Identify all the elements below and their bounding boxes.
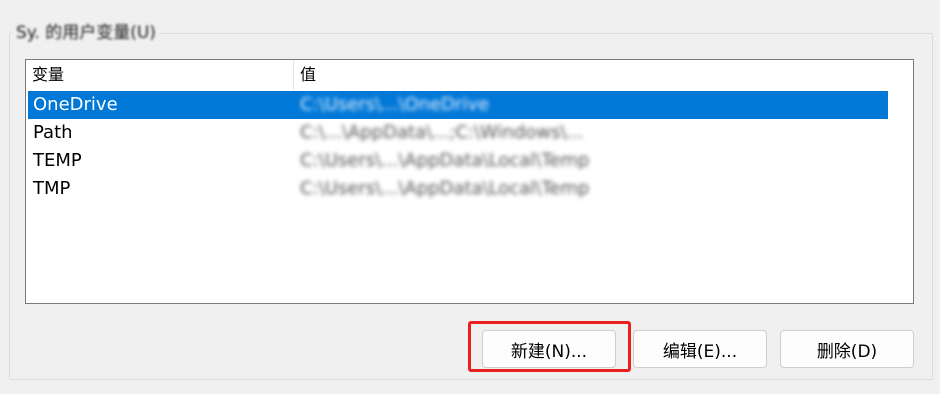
- list-header: 变量 值: [26, 60, 913, 90]
- variable-value: C:\Users\...\AppData\Local\Temp: [300, 150, 590, 171]
- variable-name: OneDrive: [33, 94, 118, 115]
- new-button[interactable]: 新建(N)...: [482, 330, 616, 368]
- variable-value: C:\Users\...\OneDrive: [300, 94, 490, 115]
- variable-name: TMP: [33, 178, 71, 199]
- variable-name: TEMP: [33, 150, 82, 171]
- table-row[interactable]: TMP C:\Users\...\AppData\Local\Temp: [28, 175, 888, 203]
- variable-value: C:\Users\...\AppData\Local\Temp: [300, 178, 590, 199]
- column-header-value[interactable]: 值: [294, 60, 887, 90]
- edit-button[interactable]: 编辑(E)...: [633, 330, 767, 368]
- delete-button[interactable]: 删除(D): [780, 330, 914, 368]
- table-row[interactable]: OneDrive C:\Users\...\OneDrive: [28, 91, 888, 119]
- variable-name: Path: [33, 122, 73, 143]
- variable-value: C:\...\AppData\...;C:\Windows\...: [300, 122, 584, 143]
- group-title: Sy. 的用户变量(U): [12, 22, 160, 44]
- table-row[interactable]: Path C:\...\AppData\...;C:\Windows\...: [28, 119, 888, 147]
- variables-list[interactable]: 变量 值 OneDrive C:\Users\...\OneDrive Path…: [25, 59, 914, 304]
- table-row[interactable]: TEMP C:\Users\...\AppData\Local\Temp: [28, 147, 888, 175]
- column-header-variable[interactable]: 变量: [26, 60, 294, 90]
